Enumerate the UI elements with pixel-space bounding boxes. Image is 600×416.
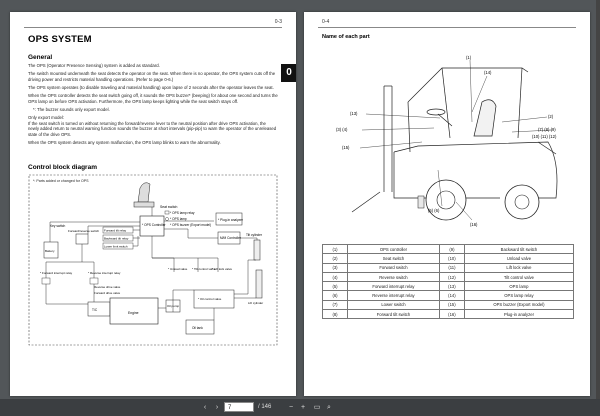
label-ops-controller: * OPS Controller <box>142 223 166 227</box>
paragraph: When the OPS system detects any system m… <box>28 140 221 146</box>
callout-7-8-9: (7) (8) (9) <box>538 127 556 132</box>
label-fwd-interrupt-relay: * Forward interrupt relay <box>40 271 73 275</box>
page-number-input[interactable]: 7 <box>224 402 254 412</box>
callout-14: (14) <box>484 70 492 75</box>
callout-13: (13) <box>350 111 358 116</box>
section-title: OPS SYSTEM <box>28 34 92 45</box>
paragraph: The switch mounted underneath the seat d… <box>28 71 276 82</box>
page-number-left: 0-3 <box>274 19 282 25</box>
pedal-box <box>417 195 425 209</box>
table-row: (3) Forward switch (11) Lift lock valve <box>322 262 575 273</box>
viewer-toolbar: ‹ › 7 / 146 − + ▭ ⌕ <box>0 399 600 416</box>
label-forward-drive-valve: Forward drive valve <box>94 291 121 295</box>
label-mm-controller: M/M Controller <box>220 236 242 240</box>
label-ops-lamp-relay: * OPS lamp relay <box>170 211 195 215</box>
rear-wheel <box>504 184 540 220</box>
control-block-diagram: *: Parts added or changed for OPS Seat s… <box>28 174 278 346</box>
seat-icon <box>133 182 155 208</box>
label-unload-valve: * Unload valve <box>168 267 188 271</box>
callout-16: (16) <box>470 222 478 227</box>
label-tc: T/C <box>92 308 98 312</box>
callout-1: (1) <box>466 55 472 60</box>
zoom-in-icon[interactable]: + <box>298 402 308 413</box>
table-row: (6) Reverse interrupt relay (14) OPS lam… <box>322 290 575 301</box>
scrollbar[interactable] <box>596 0 600 399</box>
lift-cylinder-icon <box>255 269 263 299</box>
callout-15: (15) <box>342 145 350 150</box>
table-row: (5) Forward interrupt relay (13) OPS lam… <box>322 281 575 292</box>
callout-3-4: (3) (4) <box>336 127 348 132</box>
page-total: / 146 <box>258 404 272 410</box>
callout-10-11-12: (10) (11) (12) <box>532 134 557 139</box>
paragraph: When the OPS controller detects the seat… <box>28 93 278 104</box>
label-ops-lamp: * OPS lamp <box>170 217 187 221</box>
left-document-page: 0-3 OPS SYSTEM 0 General The OPS (Operat… <box>10 12 296 396</box>
fit-page-icon[interactable]: ▭ <box>312 402 322 413</box>
page-number-right: 0-4 <box>322 19 330 25</box>
callout-5-6: (5) (6) <box>428 208 440 213</box>
label-lift-lock-valve: * Lift lock valve <box>212 267 232 271</box>
label-battery: Battery <box>45 249 55 253</box>
search-icon[interactable]: ⌕ <box>324 402 334 413</box>
paragraph: If the seat switch is turned on without … <box>28 120 277 137</box>
chapter-tab: 0 <box>281 64 296 82</box>
label-reverse-drive-valve: Reverse drive valve <box>94 285 121 289</box>
table-row: (8) Forward tilt switch (16) Plug-in ana… <box>322 309 575 320</box>
paragraph: The OPS (Operator Presence Sensing) syst… <box>28 63 160 68</box>
table-row: (4) Reverse switch (12) Tilt control val… <box>322 271 575 283</box>
forklift-illustration: (1) (14) (13) (2) (3) (4) (7) (8) (9) (1… <box>336 55 558 227</box>
label-tilt-cylinder: Tilt cylinder <box>246 233 263 237</box>
label-fwd-rev-switch: Forward/reverse switch <box>68 229 99 233</box>
buzzer-note: *: The buzzer sounds only export model. <box>33 106 110 112</box>
label-key-switch: Key switch <box>50 224 65 228</box>
label-plugin-analyzer: * Plug-in analyzer <box>218 218 244 222</box>
label-forward-tilt-relay: Forward tilt relay <box>104 229 127 233</box>
diagram-legend: *: Parts added or changed for OPS <box>33 179 89 183</box>
tilt-cylinder-icon <box>253 239 261 261</box>
label-oil-control-valve: * Oil control valve <box>198 297 222 301</box>
label-lower-limit-switch: Lower limit switch <box>104 245 128 249</box>
table-row: (2) Seat switch (10) Unload valve <box>322 253 575 264</box>
label-lift-cylinder: Lift cylinder <box>248 301 263 305</box>
table-row: (1) OPS controller (9) Backward tilt swi… <box>322 243 575 255</box>
label-engine: Engine <box>128 311 139 315</box>
paragraph: The OPS system operates (to disable trav… <box>28 84 274 90</box>
zoom-out-icon[interactable]: − <box>286 402 296 413</box>
label-rev-interrupt-relay: * Reverse interrupt relay <box>88 271 121 275</box>
front-wheel <box>425 179 467 221</box>
parts-table: (1) OPS controller (9) Backward tilt swi… <box>322 243 575 320</box>
table-row: (7) Lower switch (15) OPS buzzer (Export… <box>322 299 575 311</box>
label-ops-buzzer: * OPS buzzer (Export model) <box>170 223 211 227</box>
label-seat-switch: Seat switch <box>160 205 177 209</box>
label-backward-tilt-relay: Backward tilt relay <box>104 237 129 241</box>
name-of-parts-heading: Name of each part <box>322 34 370 40</box>
right-document-page: 0-4 Name of each part (1) (14) (13) (2) … <box>304 12 590 396</box>
diagram-heading: Control block diagram <box>28 164 97 171</box>
general-heading: General <box>28 54 53 61</box>
header-rule <box>24 27 282 28</box>
label-oil-tank: Oil tank <box>192 326 203 330</box>
general-body: The OPS (Operator Presence Sensing) syst… <box>28 63 278 148</box>
prev-page-icon[interactable]: ‹ <box>200 402 210 413</box>
header-rule <box>318 27 576 28</box>
callout-2: (2) <box>548 114 554 119</box>
next-page-icon[interactable]: › <box>212 402 222 413</box>
